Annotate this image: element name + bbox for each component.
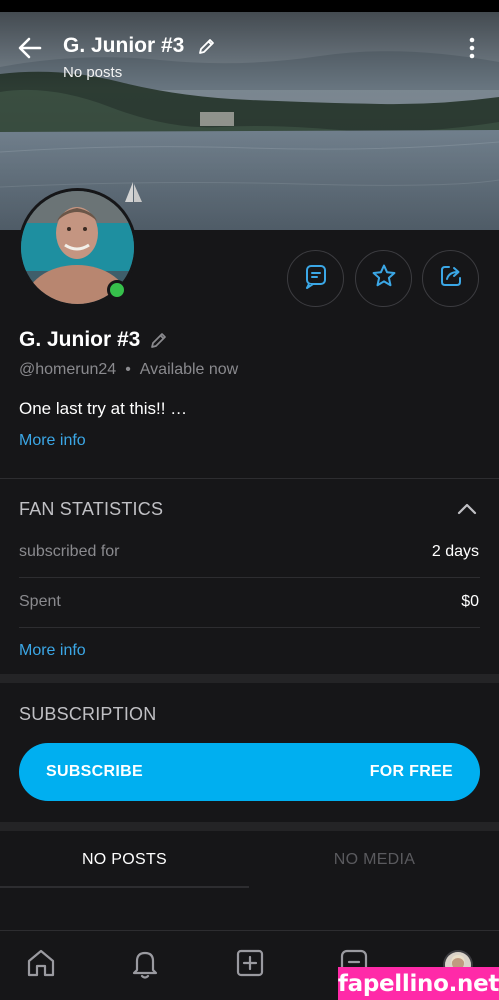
add-post-icon[interactable]: [232, 945, 268, 981]
profile-more-info-link[interactable]: More info: [19, 432, 86, 450]
online-status-indicator: [107, 280, 127, 300]
message-icon: [303, 263, 329, 294]
chevron-up-icon[interactable]: [456, 499, 478, 519]
header-subtitle: No posts: [63, 64, 123, 81]
share-icon: [438, 263, 464, 294]
status-bar: [0, 0, 499, 12]
stat-label-subscribed: subscribed for: [19, 543, 120, 560]
bell-icon[interactable]: [127, 945, 163, 981]
row-divider: [19, 577, 480, 578]
divider: [0, 478, 499, 479]
message-button[interactable]: [287, 250, 344, 307]
tab-posts[interactable]: NO POSTS: [0, 832, 249, 887]
section-divider: [0, 674, 499, 683]
edit-name-pencil-icon[interactable]: [149, 330, 169, 350]
subscription-title: SUBSCRIPTION: [19, 704, 157, 724]
share-button[interactable]: [422, 250, 479, 307]
stat-label-spent: Spent: [19, 593, 61, 610]
profile-bio: One last try at this!! …: [19, 399, 188, 418]
watermark-text: fapellino.net: [337, 970, 499, 997]
back-arrow-icon[interactable]: [14, 32, 46, 64]
fan-statistics-title: FAN STATISTICS: [19, 499, 164, 519]
active-tab-indicator: [0, 886, 249, 888]
stat-value-subscribed: 2 days: [431, 543, 479, 560]
home-icon[interactable]: [23, 945, 59, 981]
row-divider: [19, 627, 480, 628]
more-options-icon[interactable]: [460, 34, 484, 62]
section-divider: [0, 822, 499, 831]
meta-separator: •: [125, 361, 131, 378]
profile-meta: @homerun24 • Available now: [19, 361, 238, 379]
top-bar: G. Junior #3 No posts: [0, 12, 499, 81]
availability-status: Available now: [139, 361, 239, 378]
favorite-button[interactable]: [355, 250, 412, 307]
star-icon: [371, 263, 397, 294]
subscribe-label: SUBSCRIBE: [46, 763, 143, 780]
stat-value-spent: $0: [461, 593, 479, 610]
profile-handle: @homerun24: [19, 361, 117, 378]
profile-name-row: G. Junior #3: [19, 328, 169, 352]
profile-name: G. Junior #3: [19, 328, 141, 351]
watermark-badge: fapellino.net: [338, 967, 499, 1000]
edit-pencil-icon[interactable]: [197, 36, 217, 56]
subscribe-price: FOR FREE: [369, 763, 453, 780]
stats-more-info-link[interactable]: More info: [19, 642, 86, 660]
subscribe-button[interactable]: SUBSCRIBE FOR FREE: [19, 743, 480, 801]
tab-media[interactable]: NO MEDIA: [250, 832, 499, 887]
header-title: G. Junior #3: [63, 34, 185, 57]
